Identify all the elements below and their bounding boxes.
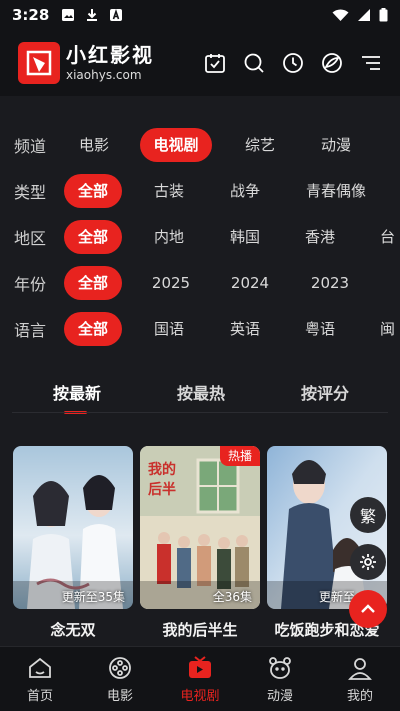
tab-sort-rating[interactable]: 按评分 <box>301 380 349 404</box>
nav-item-home[interactable]: 首页 <box>0 655 80 704</box>
app-notification-icon <box>110 8 123 21</box>
video-card[interactable]: 我的 后半 热播 全36集 我的后半生 <box>140 446 260 640</box>
system-icons <box>332 8 388 22</box>
skin-theme-icon[interactable] <box>321 52 343 74</box>
chip-genre-war[interactable]: 战争 <box>219 174 271 208</box>
chip-region-taiwan[interactable]: 台 <box>380 220 400 254</box>
filter-row-year: 年份 全部 2025 2024 2023 <box>0 260 400 306</box>
app-domain: xiaohys.com <box>66 68 142 82</box>
notification-icons <box>61 8 123 22</box>
video-title[interactable]: 念无双 <box>13 619 133 640</box>
download-notification-icon <box>87 9 98 21</box>
chip-genre-youth-idol[interactable]: 青春偶像 <box>298 174 374 208</box>
filter-label-language: 语言 <box>14 321 47 340</box>
nav-label-home: 首页 <box>26 689 53 704</box>
gear-icon <box>360 554 376 570</box>
nav-label-movie: 电影 <box>106 689 133 704</box>
chip-genre-all[interactable]: 全部 <box>64 174 122 208</box>
filter-label-genre: 类型 <box>14 183 47 202</box>
nav-item-profile[interactable]: 我的 <box>320 655 400 704</box>
play-logo-icon <box>26 50 52 76</box>
chip-region-mainland[interactable]: 内地 <box>143 220 195 254</box>
home-icon <box>29 657 51 678</box>
image-notification-icon <box>62 9 75 21</box>
traditional-chinese-label: 繁 <box>359 507 376 526</box>
chip-language-mandarin[interactable]: 国语 <box>143 312 195 346</box>
filter-label-channel: 频道 <box>14 137 47 156</box>
filter-row-channel: 频道 电影 电视剧 综艺 动漫 <box>0 122 400 168</box>
chip-language-cantonese[interactable]: 粤语 <box>294 312 346 346</box>
settings-gear-button[interactable] <box>350 544 386 580</box>
battery-icon <box>379 8 388 22</box>
chip-region-all[interactable]: 全部 <box>64 220 122 254</box>
filter-panel: 频道 电影 电视剧 综艺 动漫 类型 全部 古装 战争 青春偶像 地区 全部 内… <box>0 122 400 352</box>
svg-text:后半: 后半 <box>148 481 176 498</box>
filter-label-region: 地区 <box>14 229 47 248</box>
app-logo-text: 小红影视 xiaohys.com <box>66 45 154 81</box>
app-logo <box>18 42 60 84</box>
video-title[interactable]: 我的后半生 <box>140 619 260 640</box>
header-actions <box>204 52 382 74</box>
nav-label-anime: 动漫 <box>266 689 293 704</box>
tv-icon <box>189 656 211 678</box>
chip-channel-movie[interactable]: 电影 <box>68 128 120 162</box>
menu-icon[interactable] <box>360 52 382 74</box>
chip-language-all[interactable]: 全部 <box>64 312 122 346</box>
nav-label-profile: 我的 <box>346 689 373 704</box>
calendar-check-icon[interactable] <box>204 52 226 74</box>
chip-year-2024[interactable]: 2024 <box>222 266 278 300</box>
hot-badge: 热播 <box>220 446 260 466</box>
status-bar: 3:28 <box>0 0 400 30</box>
sort-tabs: 按最新 按最热 按评分 <box>0 370 400 414</box>
app-header: 小红影视 xiaohys.com <box>0 30 400 96</box>
chip-channel-tv[interactable]: 电视剧 <box>140 128 212 162</box>
wifi-icon <box>332 9 349 21</box>
video-poster[interactable]: 我的 后半 热播 全36集 <box>140 446 260 609</box>
filter-row-genre: 类型 全部 古装 战争 青春偶像 <box>0 168 400 214</box>
filter-row-language: 语言 全部 国语 英语 粤语 闽 <box>0 306 400 352</box>
video-poster[interactable]: 更新至35集 <box>13 446 133 609</box>
chip-region-hongkong[interactable]: 香港 <box>294 220 346 254</box>
filter-label-year: 年份 <box>14 275 47 294</box>
chip-channel-variety[interactable]: 综艺 <box>234 128 286 162</box>
search-icon[interactable] <box>243 52 265 74</box>
chip-language-english[interactable]: 英语 <box>219 312 271 346</box>
back-to-top-button[interactable] <box>349 590 387 628</box>
chip-year-all[interactable]: 全部 <box>64 266 122 300</box>
chip-genre-costume[interactable]: 古装 <box>143 174 195 208</box>
nav-item-movie[interactable]: 电影 <box>80 655 160 704</box>
episode-badge: 全36集 <box>212 590 252 604</box>
film-reel-icon <box>109 657 131 679</box>
nav-label-tv: 电视剧 <box>180 689 220 704</box>
app-name: 小红影视 <box>66 43 154 67</box>
chip-region-korea[interactable]: 韩国 <box>219 220 271 254</box>
signal-icon <box>358 9 370 21</box>
video-card[interactable]: 更新至35集 念无双 <box>13 446 133 640</box>
tab-sort-newest[interactable]: 按最新 <box>53 380 101 404</box>
nav-item-tv[interactable]: 电视剧 <box>160 655 240 704</box>
history-clock-icon[interactable] <box>282 52 304 74</box>
status-time: 3:28 <box>12 6 50 24</box>
chevron-up-icon <box>361 604 375 613</box>
tab-sort-hottest[interactable]: 按最热 <box>177 380 225 404</box>
sort-divider <box>12 412 388 413</box>
bottom-nav: 首页 电影 电视剧 动漫 我的 <box>0 646 400 711</box>
nav-item-anime[interactable]: 动漫 <box>240 655 320 704</box>
user-icon <box>348 658 372 680</box>
chip-year-2023[interactable]: 2023 <box>302 266 358 300</box>
bear-face-icon <box>269 657 291 679</box>
chip-language-minnan[interactable]: 闽 <box>380 312 400 346</box>
traditional-chinese-toggle-button[interactable]: 繁 <box>350 497 386 533</box>
episode-badge: 更新至35集 <box>61 590 125 604</box>
chip-channel-anime[interactable]: 动漫 <box>310 128 362 162</box>
chip-year-2025[interactable]: 2025 <box>143 266 199 300</box>
filter-row-region: 地区 全部 内地 韩国 香港 台 <box>0 214 400 260</box>
svg-text:我的: 我的 <box>148 461 176 478</box>
